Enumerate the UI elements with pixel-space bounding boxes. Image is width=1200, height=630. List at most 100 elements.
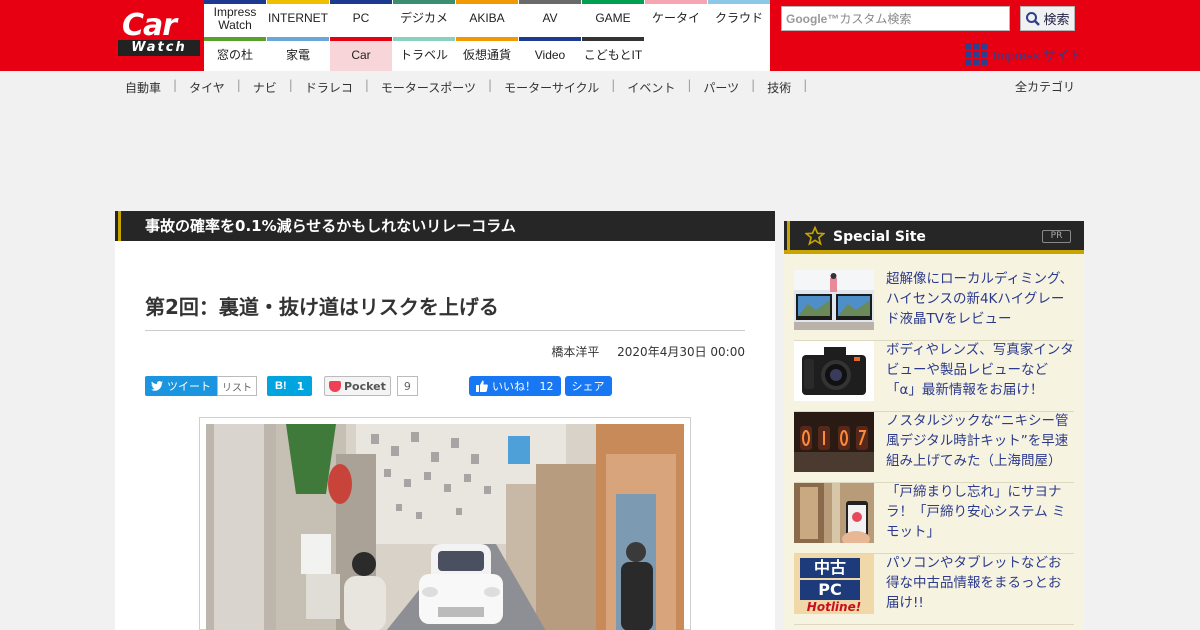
category-link[interactable]: モーターサイクル [504, 78, 599, 96]
sidebar-accent [787, 221, 790, 250]
hatena-icon: B! [275, 380, 287, 392]
site-nav-color-bar [582, 0, 644, 4]
impress-site-link[interactable]: Impress サイト [965, 42, 1082, 66]
series-title-bar: 事故の確率を0.1%減らせるかもしれないリレーコラム [115, 211, 775, 241]
tweet-button-main[interactable]: ツイート [145, 376, 217, 396]
site-nav-item[interactable]: こどもとIT [582, 37, 644, 71]
site-nav-item[interactable]: 窓の杜 [204, 37, 266, 71]
site-nav-item[interactable]: INTERNET [267, 0, 329, 34]
category-link[interactable]: パーツ [703, 78, 739, 96]
special-site-item[interactable]: 超解像にローカルディミング、ハイセンスの新4Kハイグレード液晶TVをレビュー [794, 270, 1074, 341]
special-site-headline[interactable]: 「戸締まりし忘れ」にサヨナラ！「戸締り安心システム ミモット」 [886, 482, 1074, 542]
article-photo[interactable] [199, 417, 691, 630]
special-site-thumbnail [794, 270, 874, 330]
search-button[interactable]: 検索 [1020, 6, 1075, 31]
site-nav-color-bar [330, 37, 392, 41]
site-nav-item[interactable]: AKIBA [456, 0, 518, 34]
search-button-label: 検索 [1043, 13, 1070, 28]
series-title[interactable]: 事故の確率を0.1%減らせるかもしれないリレーコラム [145, 211, 516, 241]
series-accent [118, 211, 121, 241]
site-nav-color-bar [645, 0, 707, 4]
category-separator: | [364, 78, 369, 92]
grid-icon [965, 43, 987, 65]
site-nav-label: PC [352, 11, 370, 25]
category-link[interactable]: 技術 [767, 78, 791, 96]
category-link[interactable]: ドラレコ [305, 78, 353, 96]
special-site-headline[interactable]: パソコンやタブレットなどお得な中古品情報をまるっとお届け!! [886, 553, 1074, 613]
site-nav-item[interactable]: トラベル [393, 37, 455, 71]
site-nav-item[interactable]: Impress Watch [204, 0, 266, 34]
category-link[interactable]: ナビ [253, 78, 277, 96]
category-link[interactable]: モータースポーツ [381, 78, 476, 96]
tweet-button[interactable]: ツイート リスト [145, 376, 257, 396]
author: 橋本洋平 [551, 345, 600, 359]
site-nav-item[interactable]: ケータイ [645, 0, 707, 34]
special-site-thumbnail: 中古 PC Hotline! [794, 554, 874, 614]
site-nav-label: Video [534, 48, 566, 62]
impress-site-nav: Impress Watch INTERNET PC デジカメ AKIBA AV GAME ケー… [204, 0, 770, 71]
pocket-button[interactable]: Pocket 9 [324, 376, 418, 396]
site-nav-item[interactable]: デジカメ [393, 0, 455, 34]
twitter-list-button[interactable]: リスト [217, 376, 257, 396]
site-nav-color-bar [204, 0, 266, 4]
facebook-share-button[interactable]: シェア [564, 376, 612, 396]
site-nav-item[interactable]: PC [330, 0, 392, 34]
site-nav-color-bar [204, 37, 266, 41]
site-nav-label: ケータイ [651, 11, 700, 25]
like-label: いいね！ 12 [492, 380, 554, 393]
twitter-bird-icon [151, 381, 163, 391]
site-nav-label: 家電 [285, 48, 310, 62]
pc-thumb-line2: PC [800, 580, 860, 600]
special-site-item[interactable]: ノスタルジックな“ニキシー管風デジタル時計キット”を早速組み上げてみた（上海問屋… [794, 412, 1074, 483]
all-categories-link[interactable]: 全カテゴリ [1015, 78, 1075, 95]
pocket-count: 9 [396, 376, 418, 396]
site-nav-color-bar [393, 37, 455, 41]
pc-thumb-line3: Hotline! [806, 600, 862, 614]
site-nav-label: AV [542, 11, 558, 25]
hatena-bookmark-button[interactable]: B! 1 [267, 376, 313, 396]
special-site-item[interactable]: 「戸締まりし忘れ」にサヨナラ！「戸締り安心システム ミモット」 [794, 483, 1074, 554]
byline: 橋本洋平 2020年4月30日 00:00 [551, 343, 745, 360]
car-watch-logo[interactable]: Car Watch [118, 10, 200, 58]
star-icon [805, 226, 825, 246]
special-site-thumbnail [794, 412, 874, 472]
pr-badge: PR [1042, 230, 1071, 243]
article-title: 第2回：裏道・抜け道はリスクを上げる [145, 295, 499, 319]
site-nav-color-bar [519, 37, 581, 41]
special-site-headline[interactable]: 超解像にローカルディミング、ハイセンスの新4Kハイグレード液晶TVをレビュー [886, 269, 1074, 329]
site-nav-item[interactable]: GAME [582, 0, 644, 34]
special-site-item[interactable]: ボディやレンズ、写真家インタビューや製品レビューなど「α」最新情報をお届け！ [794, 341, 1074, 412]
site-nav-item[interactable]: 家電 [267, 37, 329, 71]
facebook-like-button[interactable]: いいね！ 12 [469, 376, 561, 396]
site-nav-item[interactable]: クラウド [708, 0, 770, 34]
site-nav-item[interactable]: AV [519, 0, 581, 34]
hatena-count: 1 [296, 379, 305, 393]
search-input[interactable]: Google™カスタム検索 [781, 6, 1010, 31]
site-nav-label: こどもとIT [583, 48, 643, 62]
logo-watch-text: Watch [118, 40, 200, 56]
category-link[interactable]: タイヤ [189, 78, 225, 96]
special-site-thumbnail [794, 341, 874, 401]
site-nav-color-bar [393, 0, 455, 4]
site-nav-color-bar [267, 37, 329, 41]
article: 第2回：裏道・抜け道はリスクを上げる 橋本洋平 2020年4月30日 00:00… [115, 241, 775, 630]
site-nav-label: クラウド [714, 11, 763, 25]
special-site-item[interactable]: 中古 PC Hotline! パソコンやタブレットなどお得な中古品情報をまるっとお届け… [794, 554, 1074, 625]
special-site-headline[interactable]: ノスタルジックな“ニキシー管風デジタル時計キット”を早速組み上げてみた（上海問屋… [886, 411, 1074, 471]
site-nav-item[interactable]: 仮想通貨 [456, 37, 518, 71]
site-nav-item[interactable]: Video [519, 37, 581, 71]
site-nav-item[interactable]: Car [330, 37, 392, 71]
category-nav: 自動車 | タイヤ | ナビ | ドラレコ | モータースポーツ | モーターサイクル | イベント | パ… [125, 78, 819, 96]
logo-car-text: Car [122, 8, 177, 43]
category-link[interactable]: イベント [627, 78, 675, 96]
special-site-sidebar: Special Site PR 超解像にローカルディミング、ハイセンスの新4Kハ… [784, 221, 1084, 630]
special-site-headline[interactable]: ボディやレンズ、写真家インタビューや製品レビューなど「α」最新情報をお届け！ [886, 340, 1074, 400]
search-placeholder: カスタム検索 [839, 12, 912, 26]
category-separator: | [488, 78, 493, 92]
street-photo [206, 424, 684, 630]
site-nav-color-bar [708, 0, 770, 4]
category-separator: | [751, 78, 756, 92]
site-header: Car Watch Impress Watch INTERNET PC デジカメ AKI… [0, 0, 1200, 71]
impress-site-label: Impress サイト [993, 47, 1082, 63]
category-link[interactable]: 自動車 [125, 78, 161, 96]
